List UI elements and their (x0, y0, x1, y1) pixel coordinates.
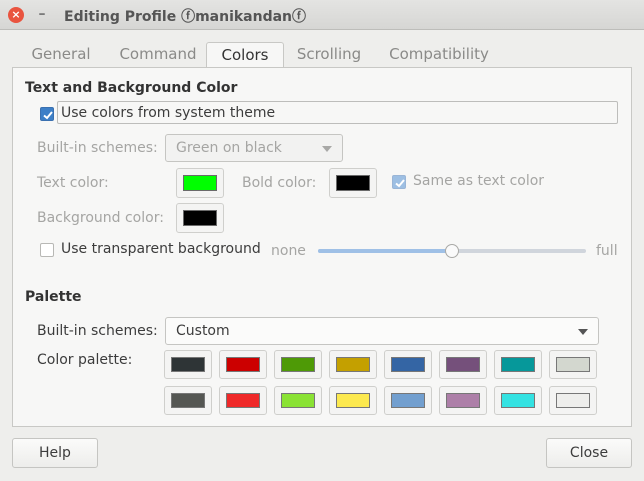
builtin-schemes-label: Built-in schemes: (37, 140, 158, 156)
palette-builtin-schemes-value: Custom (176, 323, 230, 339)
color-palette-label: Color palette: (37, 352, 133, 368)
bold-color-swatch (336, 175, 370, 191)
palette-color-swatch (336, 393, 370, 408)
same-as-text-checkbox[interactable] (392, 175, 406, 189)
builtin-schemes-value: Green on black (176, 140, 282, 156)
palette-color-button[interactable] (274, 386, 322, 415)
palette-builtin-schemes-select[interactable]: Custom (165, 317, 599, 345)
palette-color-swatch (171, 393, 205, 408)
slider-min-label: none (271, 243, 306, 259)
palette-color-swatch (171, 357, 205, 372)
palette-color-button[interactable] (329, 350, 377, 379)
palette-color-button[interactable] (439, 386, 487, 415)
palette-section-title: Palette (25, 289, 82, 305)
builtin-schemes-select[interactable]: Green on black (165, 134, 343, 162)
tab-general[interactable]: General (12, 42, 110, 67)
palette-color-button[interactable] (384, 350, 432, 379)
colors-panel: Text and Background Color Use colors fro… (12, 67, 632, 427)
close-button[interactable]: Close (546, 438, 632, 468)
palette-color-swatch (281, 393, 315, 408)
background-color-label: Background color: (37, 210, 164, 226)
palette-color-button[interactable] (274, 350, 322, 379)
chevron-down-icon (578, 329, 588, 335)
palette-builtin-schemes-label: Built-in schemes: (37, 323, 158, 339)
checkmark-icon (43, 111, 53, 120)
palette-color-swatch (501, 357, 535, 372)
text-color-label: Text color: (37, 175, 109, 191)
palette-color-swatch (391, 357, 425, 372)
close-window-icon[interactable]: × (8, 7, 24, 23)
background-color-swatch (183, 210, 217, 226)
use-system-theme-checkbox[interactable] (40, 107, 54, 121)
palette-color-button[interactable] (549, 350, 597, 379)
palette-color-button[interactable] (494, 350, 542, 379)
tab-compatibility[interactable]: Compatibility (374, 42, 504, 67)
palette-color-button[interactable] (219, 350, 267, 379)
palette-color-swatch (446, 357, 480, 372)
palette-color-button[interactable] (439, 350, 487, 379)
tab-command[interactable]: Command (110, 42, 206, 67)
title-bar: × – Editing Profile ⓕmanikandanⓕ (0, 0, 644, 30)
use-system-theme-label: Use colors from system theme (61, 105, 276, 121)
transparency-slider-handle[interactable] (445, 244, 459, 258)
slider-max-label: full (596, 243, 618, 259)
palette-color-button[interactable] (329, 386, 377, 415)
palette-color-swatch (556, 393, 590, 408)
tab-bar: General Command Colors Scrolling Compati… (12, 42, 618, 67)
tab-colors[interactable]: Colors (206, 42, 284, 67)
palette-color-button[interactable] (219, 386, 267, 415)
palette-color-swatch (501, 393, 535, 408)
text-bg-section-title: Text and Background Color (25, 80, 238, 96)
transparency-slider-fill (318, 249, 452, 253)
transparent-background-label: Use transparent background (61, 241, 261, 257)
palette-color-swatch (226, 393, 260, 408)
tab-scrolling[interactable]: Scrolling (284, 42, 374, 67)
palette-color-swatch (336, 357, 370, 372)
palette-color-button[interactable] (164, 350, 212, 379)
text-color-swatch (183, 175, 217, 191)
same-as-text-label: Same as text color (413, 173, 545, 189)
chevron-down-icon (322, 146, 332, 152)
palette-color-swatch (556, 357, 590, 372)
checkmark-icon (395, 179, 405, 188)
palette-color-button[interactable] (384, 386, 432, 415)
background-color-button[interactable] (176, 203, 224, 233)
palette-color-button[interactable] (549, 386, 597, 415)
text-color-button[interactable] (176, 168, 224, 198)
help-button[interactable]: Help (12, 438, 98, 468)
bold-color-label: Bold color: (242, 175, 317, 191)
palette-color-swatch (226, 357, 260, 372)
minimize-window-icon[interactable]: – (36, 6, 48, 22)
palette-color-button[interactable] (164, 386, 212, 415)
transparent-background-checkbox[interactable] (40, 243, 54, 257)
bold-color-button[interactable] (329, 168, 377, 198)
palette-color-swatch (446, 393, 480, 408)
window-title: Editing Profile ⓕmanikandanⓕ (64, 9, 307, 25)
palette-color-swatch (281, 357, 315, 372)
palette-color-button[interactable] (494, 386, 542, 415)
palette-color-swatch (391, 393, 425, 408)
